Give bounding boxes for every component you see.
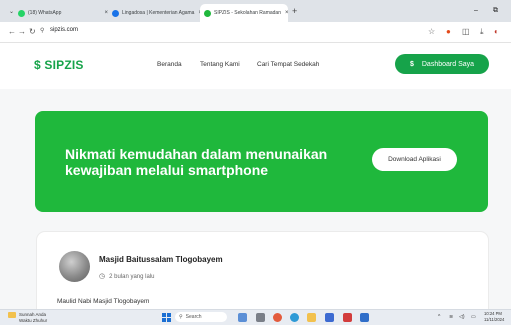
tab-label: SIPZIS - Sekolahan Ramadan [214, 10, 281, 16]
clock-time: 10:24 PM [484, 311, 502, 316]
tab-search-icon[interactable]: ⌄ [9, 8, 14, 15]
site-info-icon[interactable]: ⚲ [40, 27, 44, 34]
mosque-avatar [59, 251, 90, 282]
store-icon[interactable] [325, 313, 334, 322]
nav-beranda[interactable]: Beranda [157, 61, 182, 68]
tab-whatsapp[interactable]: (18) WhatsApp × [18, 4, 108, 22]
widget-line1: Sunnah Anda [19, 312, 47, 318]
browser-tab-strip: ⌄ (18) WhatsApp × Lingadosa | Kementeria… [0, 0, 511, 22]
widget-line2: Waktu Zhuhur [19, 318, 48, 323]
clock-icon: ◷ [99, 273, 106, 280]
download-icon[interactable]: ⤓ [480, 27, 484, 37]
taskbar-app-icon[interactable] [238, 313, 247, 322]
extensions-puzzle-icon[interactable]: ◫ [462, 27, 470, 36]
wifi-icon[interactable]: ≋ [449, 314, 453, 320]
mosque-post-card[interactable]: Masjid Baitussalam Tlogobayem ◷ 2 bulan y… [36, 231, 489, 309]
folder-icon[interactable] [307, 313, 316, 322]
dashboard-button[interactable]: $ Dashboard Saya [395, 54, 489, 74]
windows-taskbar: Sunnah Anda Waktu Zhuhur ⚲ Search ^ ≋ ◁)… [0, 309, 511, 325]
app-icon-red[interactable] [343, 313, 352, 322]
sipzis-logo[interactable]: $ SIPZIS [34, 58, 84, 72]
web-page: $ SIPZIS Beranda Tentang Kami Cari Tempa… [0, 43, 511, 309]
word-icon[interactable] [360, 313, 369, 322]
minimize-button[interactable]: – [474, 7, 478, 14]
reload-icon[interactable]: ↻ [29, 27, 36, 36]
nav-tentang-kami[interactable]: Tentang Kami [200, 61, 240, 68]
extension-icon[interactable]: ● [446, 27, 451, 36]
dollar-icon: $ [409, 60, 414, 68]
tab-close-icon[interactable]: × [281, 10, 288, 16]
tab-close-icon[interactable]: × [100, 10, 108, 16]
post-time: ◷ 2 bulan yang lalu [99, 272, 154, 280]
system-clock[interactable]: 10:24 PM 11/11/2024 [484, 311, 504, 322]
tab-label: Lingadosa | Kementerian Agama [122, 10, 195, 16]
tab-lingadosa[interactable]: Lingadosa | Kementerian Agama × [112, 4, 200, 22]
post-text: Maulid Nabi Masjid Tlogobayem [57, 298, 150, 305]
sipzis-favicon-icon [204, 9, 211, 17]
logo-text: SIPZIS [44, 58, 84, 72]
tab-label: (18) WhatsApp [28, 10, 62, 16]
mosque-name[interactable]: Masjid Baitussalam Tlogobayem [99, 255, 223, 264]
globe-icon [112, 9, 119, 17]
forward-icon[interactable]: → [18, 27, 26, 36]
battery-icon[interactable]: ▭ [471, 314, 476, 320]
dashboard-label: Dashboard Saya [421, 60, 475, 68]
time-ago: 2 bulan yang lalu [109, 274, 155, 280]
nav-cari-tempat-sedekah[interactable]: Cari Tempat Sedekah [257, 61, 319, 68]
chevron-up-icon[interactable]: ^ [438, 314, 440, 320]
bookmark-star-icon[interactable]: ☆ [428, 27, 435, 36]
promo-banner: Nikmati kemudahan dalam menunaikan kewaj… [35, 111, 488, 212]
browser-toolbar: ← → ↻ ⚲ sipzis.com ☆ ● ◫ ⤓ ◐ [0, 22, 511, 43]
whatsapp-icon [18, 9, 25, 17]
site-header: $ SIPZIS Beranda Tentang Kami Cari Tempa… [0, 43, 511, 89]
weather-widget[interactable]: Sunnah Anda Waktu Zhuhur [8, 312, 47, 323]
search-icon: ⚲ [179, 314, 183, 320]
search-placeholder: Search [185, 314, 202, 320]
start-windows-icon[interactable] [162, 313, 171, 322]
tab-sipzis[interactable]: SIPZIS - Sekolahan Ramadan × [200, 4, 288, 22]
file-explorer-icon[interactable] [256, 313, 265, 322]
profile-icon[interactable]: ◐ [494, 27, 499, 36]
edge-icon[interactable] [290, 313, 299, 322]
volume-icon[interactable]: ◁) [459, 314, 465, 320]
address-bar[interactable]: sipzis.com [50, 27, 78, 33]
taskbar-search[interactable]: ⚲ Search [175, 312, 227, 322]
download-app-button[interactable]: Download Aplikasi [372, 148, 457, 171]
maximize-button[interactable]: ⧉ [493, 7, 498, 15]
chrome-icon[interactable] [273, 313, 282, 322]
back-icon[interactable]: ← [8, 27, 16, 36]
clock-date: 11/11/2024 [484, 316, 505, 322]
new-tab-button[interactable]: + [292, 6, 297, 16]
widget-icon [8, 312, 16, 318]
banner-headline: Nikmati kemudahan dalam menunaikan kewaj… [65, 146, 328, 178]
